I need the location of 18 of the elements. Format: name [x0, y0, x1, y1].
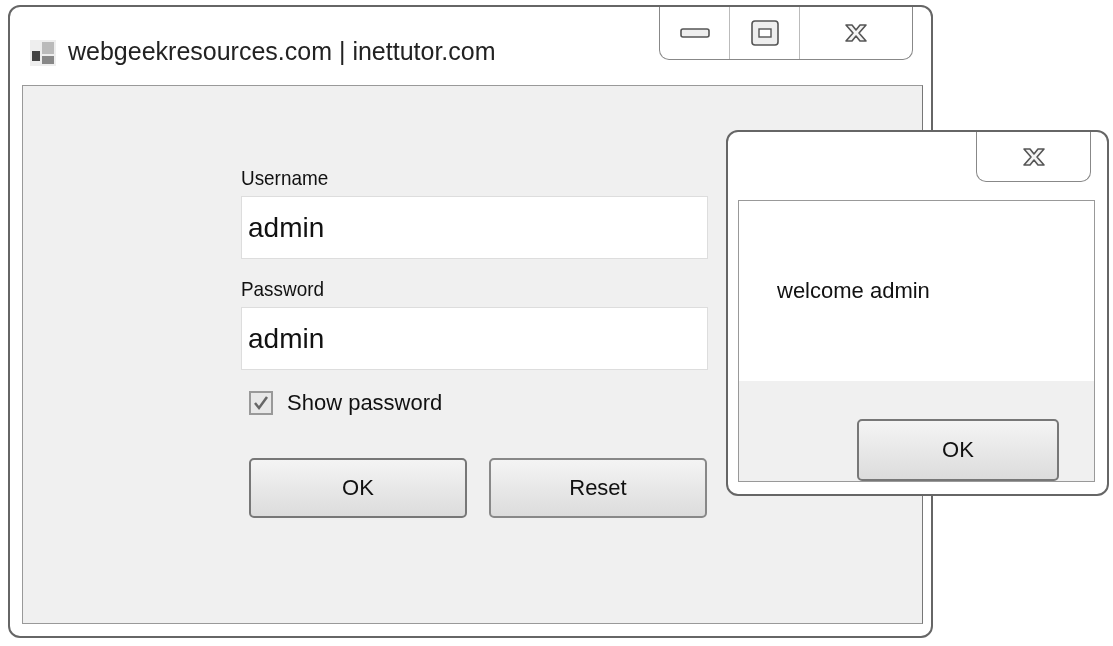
checkbox-label: Show password [287, 390, 443, 416]
ok-button[interactable]: OK [857, 419, 1059, 481]
input-field[interactable]: admin [241, 196, 708, 259]
field-label: Username [241, 166, 329, 191]
window-title: webgeekresources.com | inettutor.com [68, 37, 496, 66]
maximize-icon [750, 20, 779, 46]
checkbox[interactable] [249, 391, 273, 415]
checkmark-icon [253, 395, 269, 411]
ok-button[interactable]: OK [249, 458, 467, 518]
close-icon [1020, 146, 1047, 167]
field-label: Password [241, 277, 324, 302]
reset-button[interactable]: Reset [489, 458, 707, 518]
input-field[interactable]: admin [241, 307, 708, 370]
close-button[interactable] [976, 132, 1091, 182]
app-icon [30, 40, 56, 66]
close-icon [843, 23, 869, 43]
minimize-icon [679, 27, 710, 39]
message-text: welcome admin [777, 278, 930, 304]
